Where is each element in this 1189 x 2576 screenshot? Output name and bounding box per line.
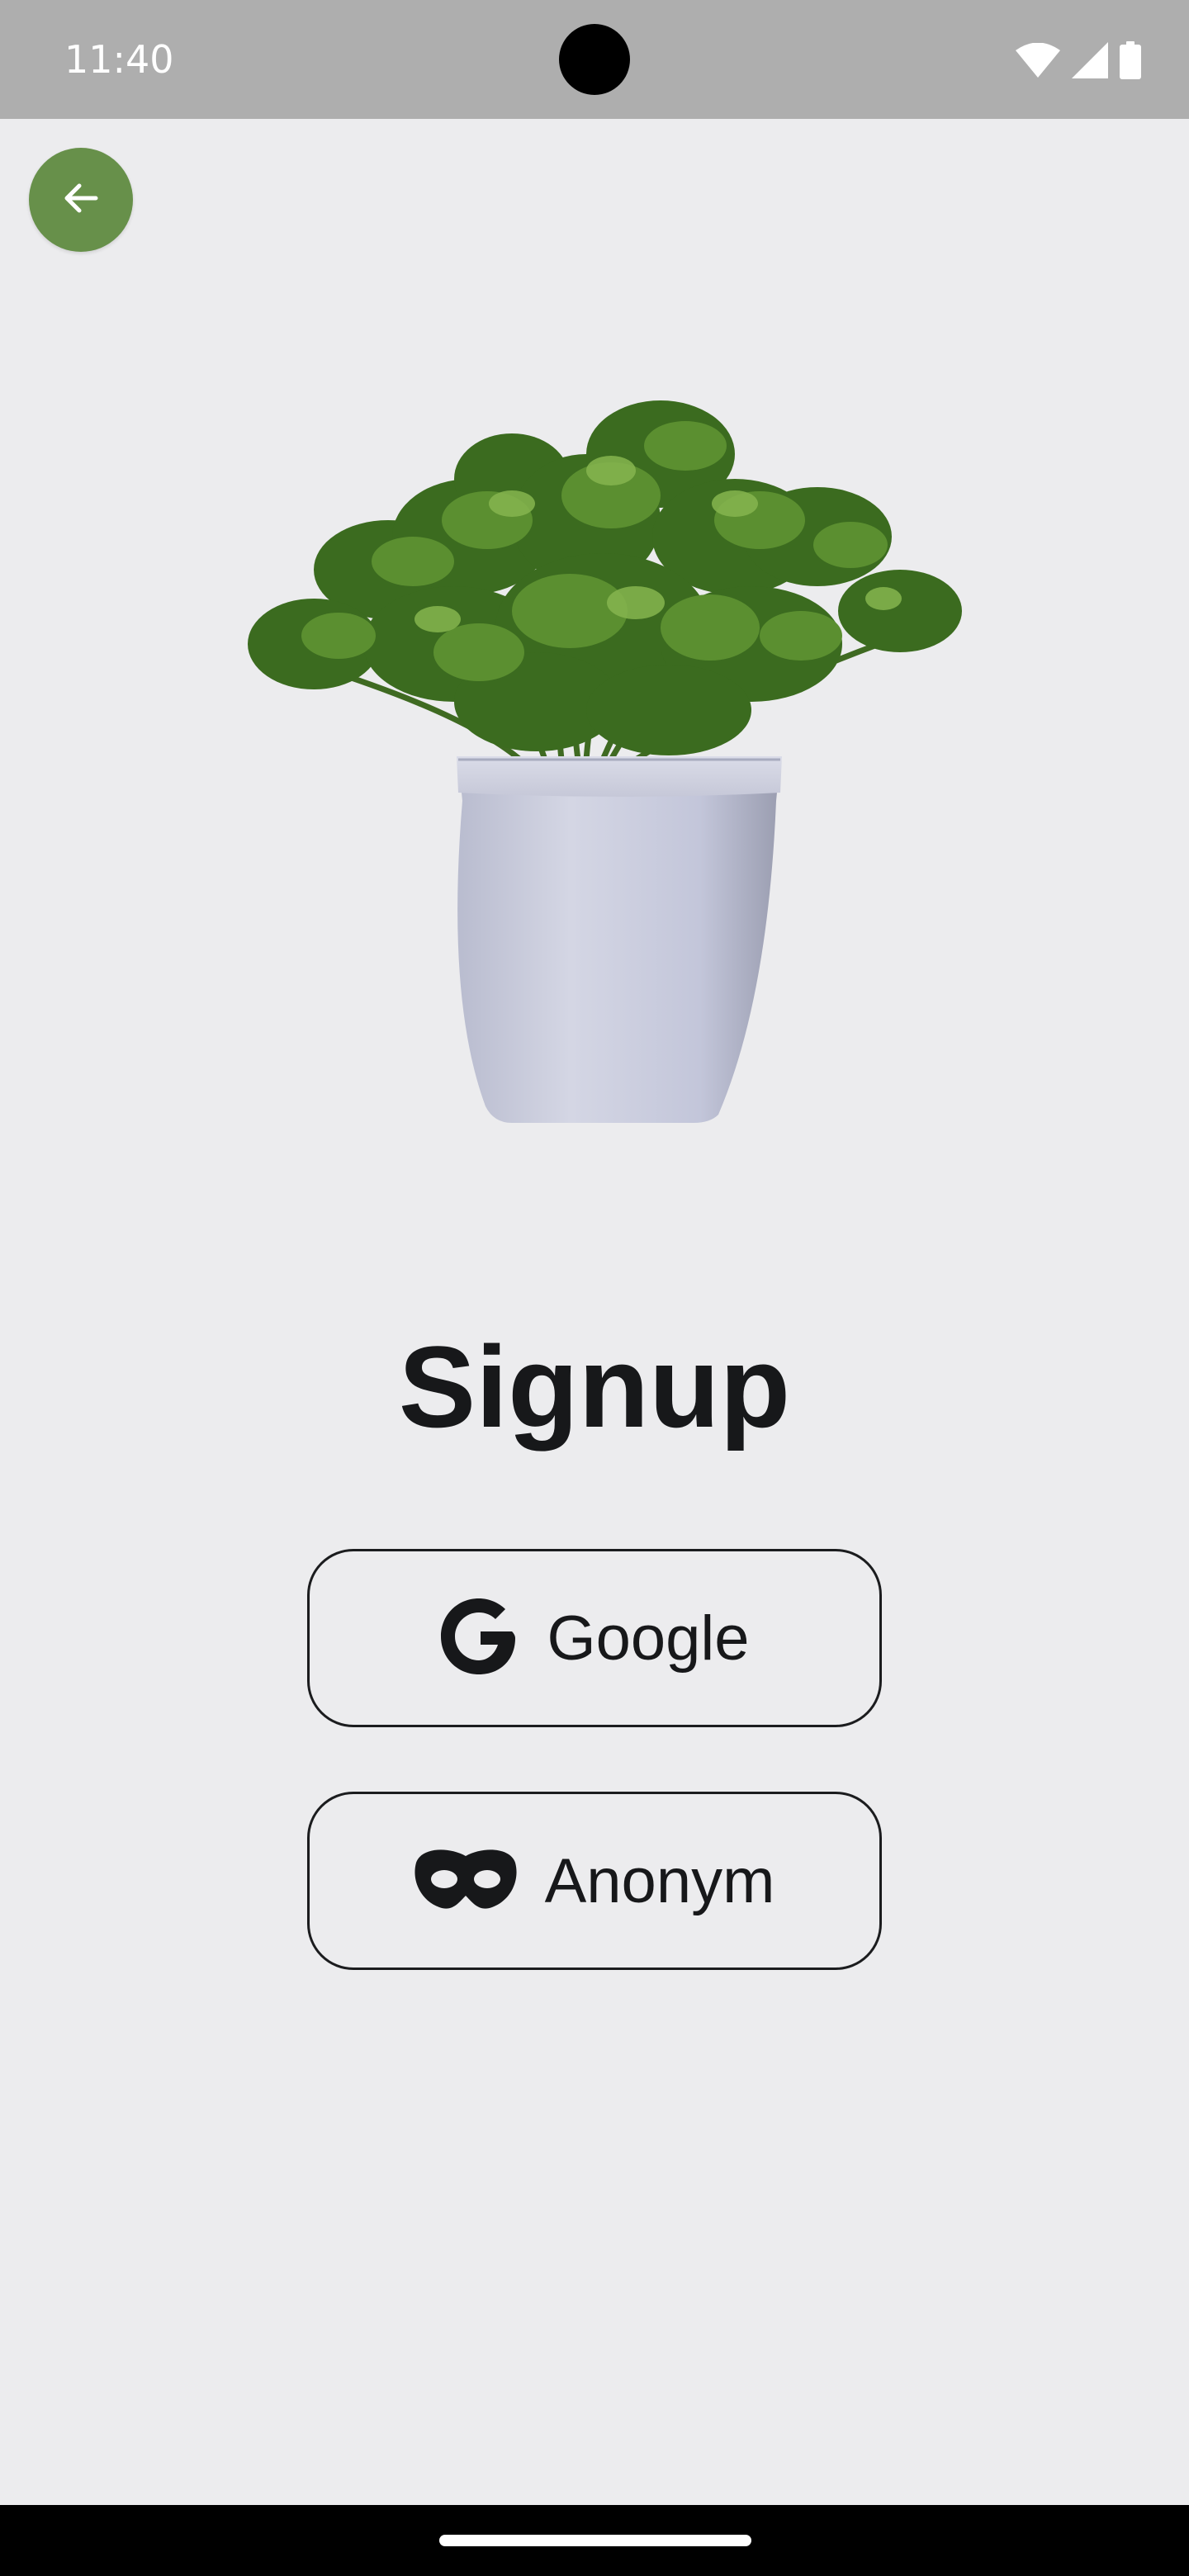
camera-cutout xyxy=(559,24,630,95)
anonym-button-label: Anonym xyxy=(544,1845,775,1916)
back-button[interactable] xyxy=(29,148,133,252)
cell-signal-icon xyxy=(1072,42,1108,78)
page-title: Signup xyxy=(398,1322,791,1451)
status-bar: 11:40 xyxy=(0,0,1189,119)
battery-icon xyxy=(1120,41,1141,79)
google-icon xyxy=(439,1597,519,1680)
arrow-left-icon xyxy=(59,177,102,224)
status-icons xyxy=(1016,40,1141,81)
anonym-signup-button[interactable]: Anonym xyxy=(307,1792,882,1970)
google-button-label: Google xyxy=(547,1603,750,1674)
mask-icon xyxy=(414,1848,517,1915)
potted-plant-image xyxy=(223,372,966,1123)
status-time: 11:40 xyxy=(64,37,174,82)
wifi-icon xyxy=(1016,43,1060,78)
home-indicator[interactable] xyxy=(439,2535,751,2546)
google-signup-button[interactable]: Google xyxy=(307,1549,882,1727)
